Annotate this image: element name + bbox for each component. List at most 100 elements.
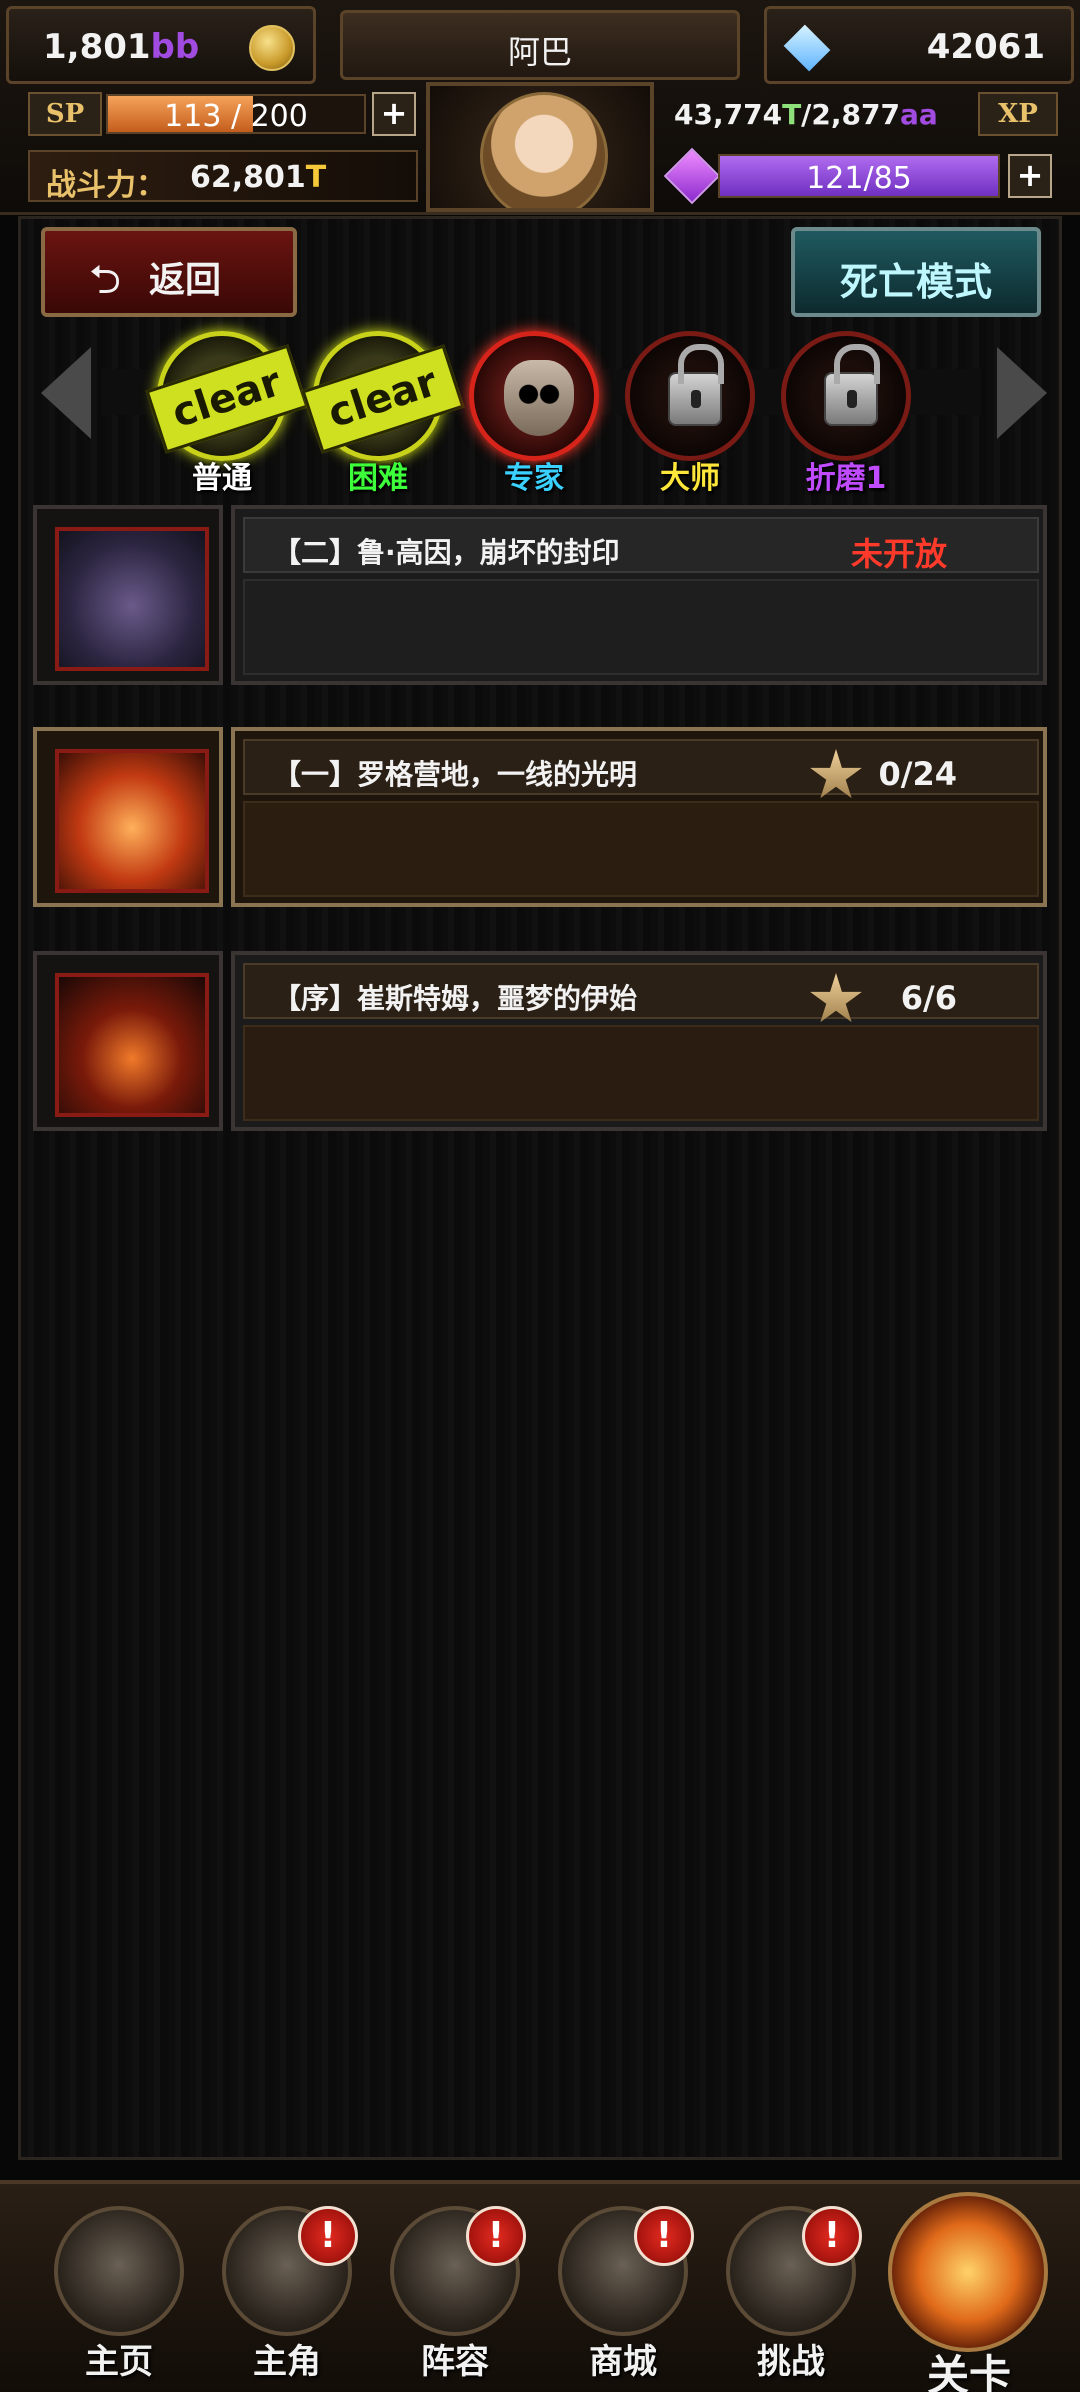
difficulty-master[interactable]: 大师 — [617, 331, 763, 496]
chapter-content — [243, 1025, 1039, 1121]
xp-current: 43,774 — [674, 98, 783, 131]
xp-max: 2,877 — [811, 98, 900, 131]
nav-challenge[interactable]: ! 挑战 — [712, 2206, 870, 2386]
avatar — [480, 92, 608, 208]
back-label: 返回 — [149, 260, 222, 301]
prev-difficulty-arrow-icon[interactable] — [41, 347, 91, 439]
sp-label: SP — [28, 92, 102, 136]
power-number: 62,801 — [190, 160, 306, 195]
diamond-icon — [783, 24, 831, 72]
chapter-portrait-frame — [33, 951, 223, 1131]
difficulty-label: 专家 — [504, 461, 564, 496]
gold-unit: bb — [150, 27, 200, 67]
lock-icon — [668, 344, 724, 426]
difficulty-badge — [469, 331, 599, 461]
xp-max-unit: aa — [899, 98, 938, 131]
difficulty-label: 困难 — [348, 461, 408, 496]
nav-hero[interactable]: ! 主角 — [208, 2206, 366, 2386]
player-name: 阿巴 — [507, 33, 572, 71]
chapter-title-bar: 【序】崔斯特姆，噩梦的伊始 6/6 — [243, 963, 1039, 1023]
difficulty-badge — [625, 331, 755, 461]
difficulty-label: 折磨1 — [805, 461, 887, 496]
alert-badge: ! — [298, 2206, 358, 2266]
nav-label: 主页 — [85, 2342, 153, 2382]
difficulty-label: 普通 — [192, 461, 252, 496]
add-crystal-button[interactable]: + — [1008, 154, 1052, 198]
nav-label: 关卡 — [926, 2351, 1011, 2392]
add-sp-button[interactable]: + — [372, 92, 416, 136]
boss-portrait — [55, 527, 209, 671]
player-name-plate[interactable]: 阿巴 — [340, 10, 740, 80]
next-difficulty-arrow-icon[interactable] — [997, 347, 1047, 439]
sp-bar: 113 / 200 — [106, 94, 366, 134]
back-button[interactable]: ⮌ 返回 — [41, 227, 297, 317]
alert-badge: ! — [466, 2206, 526, 2266]
chapter-item-2[interactable]: 【二】鲁·高因，崩坏的封印 未开放 — [33, 505, 1053, 685]
difficulty-normal[interactable]: clear 普通 — [145, 331, 309, 496]
difficulty-label: 大师 — [660, 461, 720, 496]
chapter-item-1[interactable]: 【一】罗格营地，一线的光明 0/24 — [33, 727, 1053, 907]
difficulty-badge — [781, 331, 911, 461]
boss-portrait — [55, 749, 209, 893]
nav-label: 商城 — [589, 2342, 657, 2382]
chapter-status: 未开放 — [850, 535, 947, 573]
nav-lineup[interactable]: ! 阵容 — [376, 2206, 534, 2386]
chapter-stars: 6/6 — [900, 979, 957, 1017]
alert-badge: ! — [634, 2206, 694, 2266]
xp-separator: / — [801, 98, 812, 131]
coin-icon — [249, 25, 295, 71]
crystal-row: 121/85 + — [663, 147, 1058, 205]
chapter-item-prologue[interactable]: 【序】崔斯特姆，噩梦的伊始 6/6 — [33, 951, 1053, 1131]
gold-value: 1,801 — [43, 27, 151, 67]
difficulty-torment-1[interactable]: 折磨1 — [773, 331, 919, 496]
difficulty-badge: clear — [145, 331, 309, 461]
combat-power: 战斗力： 62,801T — [28, 150, 418, 203]
death-mode-label: 死亡模式 — [839, 260, 992, 304]
nav-shop[interactable]: ! 商城 — [544, 2206, 702, 2386]
clear-stamp: clear — [301, 344, 465, 454]
death-mode-button[interactable]: 死亡模式 — [791, 227, 1041, 317]
difficulty-badge: clear — [301, 331, 465, 461]
crystal-value: 121/85 — [806, 161, 912, 196]
skull-icon — [504, 360, 574, 436]
experience-row: 43,774T/2,877aa XP — [668, 92, 1058, 138]
sp-value: 113 / 200 — [164, 99, 308, 134]
power-value: 62,801T — [190, 160, 326, 195]
gold-counter: 1,801bb — [6, 6, 316, 84]
stamina-row: SP 113 / 200 + — [28, 92, 418, 138]
chapter-stars: 0/24 — [878, 755, 957, 793]
chapter-portrait-frame — [33, 727, 223, 907]
power-unit: T — [305, 160, 327, 195]
difficulty-expert[interactable]: 专家 — [461, 331, 607, 496]
chapter-content — [243, 801, 1039, 897]
crystal-bar: 121/85 — [718, 154, 1000, 198]
nav-label: 主角 — [253, 2342, 321, 2382]
lock-icon — [824, 344, 880, 426]
bottom-navigation: 主页 ! 主角 ! 阵容 ! 商城 ! 挑战 关卡 — [0, 2180, 1080, 2392]
top-hud: 1,801bb 阿巴 42061 SP 113 / 200 + 战斗力： 62,… — [0, 0, 1080, 215]
alert-badge: ! — [802, 2206, 862, 2266]
back-arrow-icon: ⮌ — [89, 257, 122, 303]
star-icon — [810, 973, 862, 1023]
diamond-counter: 42061 — [764, 6, 1074, 84]
nav-label: 挑战 — [757, 2342, 825, 2382]
star-icon — [810, 749, 862, 799]
nav-stage[interactable]: 关卡 — [874, 2192, 1064, 2392]
nav-label: 阵容 — [421, 2342, 489, 2382]
chapter-panel: 【二】鲁·高因，崩坏的封印 未开放 — [231, 505, 1047, 685]
xp-current-unit: T — [782, 98, 802, 131]
chapter-title-bar: 【一】罗格营地，一线的光明 0/24 — [243, 739, 1039, 799]
main-panel: ⮌ 返回 死亡模式 clear 普通 clear 困难 专家 大师 折磨1 【二… — [18, 216, 1062, 2160]
clear-stamp: clear — [145, 344, 309, 454]
avatar-frame[interactable] — [426, 82, 654, 212]
chapter-title-bar: 【二】鲁·高因，崩坏的封印 未开放 — [243, 517, 1039, 573]
fire-portal-icon — [888, 2192, 1048, 2352]
power-label: 战斗力： — [46, 168, 166, 203]
chapter-content — [243, 579, 1039, 675]
difficulty-hard[interactable]: clear 困难 — [301, 331, 465, 496]
chapter-title: 【序】崔斯特姆，噩梦的伊始 — [273, 982, 638, 1015]
diamond-amount: 42061 — [926, 27, 1045, 67]
purple-gem-icon — [663, 147, 721, 205]
chapter-panel: 【序】崔斯特姆，噩梦的伊始 6/6 — [231, 951, 1047, 1131]
nav-home[interactable]: 主页 — [40, 2206, 198, 2386]
